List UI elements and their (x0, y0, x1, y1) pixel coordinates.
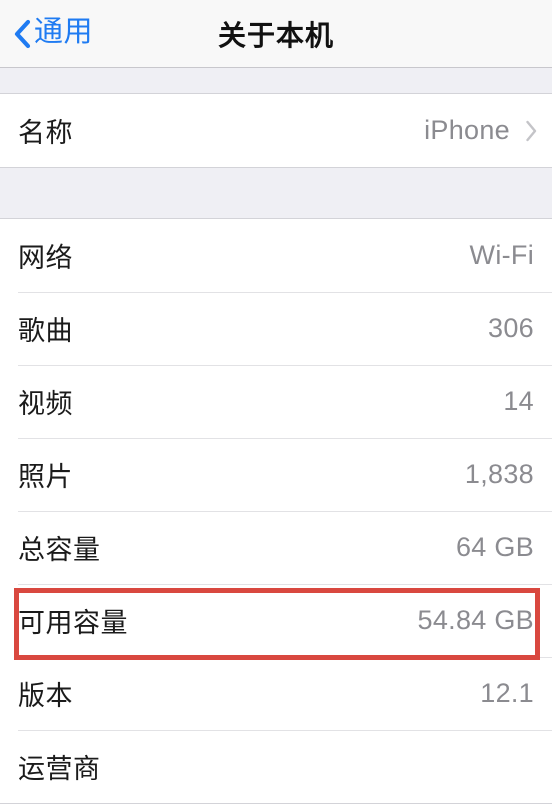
settings-row-label: 歌曲 (18, 316, 73, 346)
settings-row-label: 版本 (18, 681, 73, 711)
settings-row-version[interactable]: 版本 12.1 (0, 657, 552, 730)
settings-row-network[interactable]: 网络 Wi-Fi (0, 219, 552, 292)
section-gap-middle (0, 168, 552, 218)
section-gap-top (0, 68, 552, 93)
settings-row-value: 54.84 GB (417, 605, 534, 635)
settings-row-total-capacity[interactable]: 总容量 64 GB (0, 511, 552, 584)
settings-row-value: Wi-Fi (469, 240, 534, 270)
settings-row-songs[interactable]: 歌曲 306 (0, 292, 552, 365)
settings-row-label: 视频 (18, 389, 73, 419)
settings-row-label: 运营商 (18, 754, 101, 784)
settings-row-value: 12.1 (480, 678, 534, 708)
settings-row-value: 64 GB (455, 532, 534, 562)
settings-row-value: 1,838 (464, 459, 534, 489)
settings-row-available-capacity[interactable]: 可用容量 54.84 GB (0, 584, 552, 657)
settings-row-label: 照片 (18, 462, 73, 492)
settings-row-label: 可用容量 (18, 608, 128, 638)
settings-row-name[interactable]: 名称 iPhone (0, 94, 552, 167)
settings-row-value: iPhone (424, 115, 510, 145)
settings-row-carrier[interactable]: 运营商 (0, 730, 552, 803)
settings-row-label: 总容量 (18, 535, 101, 565)
chevron-right-icon (524, 120, 538, 142)
settings-row-photos[interactable]: 照片 1,838 (0, 438, 552, 511)
navigation-bar: 通用 关于本机 (0, 0, 552, 68)
settings-row-label: 名称 (18, 118, 73, 148)
settings-row-value: 306 (488, 313, 534, 343)
settings-group-device-info: 网络 Wi-Fi 歌曲 306 视频 14 照片 1,838 总容量 64 GB… (0, 218, 552, 804)
settings-row-label: 网络 (18, 243, 73, 273)
settings-group-name: 名称 iPhone (0, 93, 552, 168)
settings-row-videos[interactable]: 视频 14 (0, 365, 552, 438)
page-title: 关于本机 (217, 19, 334, 51)
settings-row-value: 14 (503, 386, 534, 416)
about-device-screen: 通用 关于本机 名称 iPhone 网络 Wi-Fi 歌曲 306 视频 14 … (0, 0, 552, 804)
